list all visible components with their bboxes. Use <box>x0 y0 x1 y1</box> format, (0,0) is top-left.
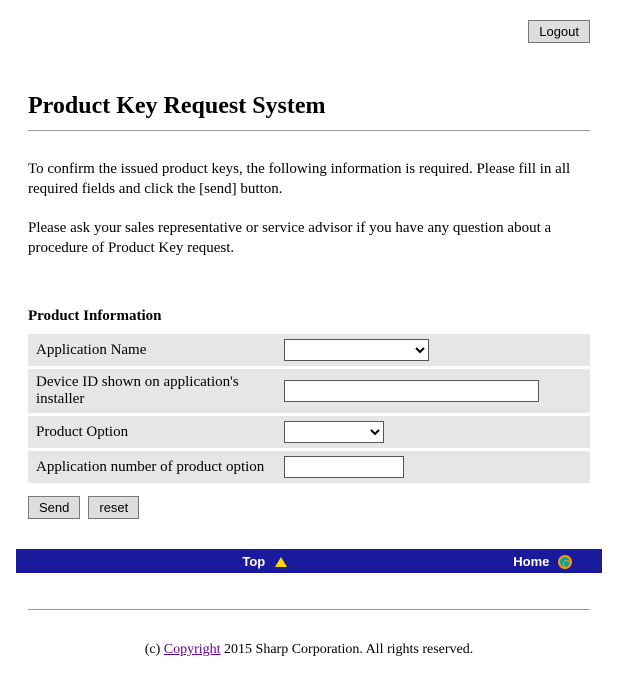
copyright-link[interactable]: Copyright <box>164 642 221 657</box>
field-label: Application number of product option <box>28 451 276 483</box>
field-label: Application Name <box>28 334 276 366</box>
application-number-input[interactable] <box>284 456 404 478</box>
logout-button[interactable]: Logout <box>528 20 590 43</box>
nav-bar: Top Home <box>16 549 602 573</box>
footer-suffix: 2015 Sharp Corporation. All rights reser… <box>221 642 474 657</box>
triangle-up-icon <box>275 557 287 567</box>
product-option-select[interactable] <box>284 421 384 443</box>
footer-prefix: (c) <box>145 642 164 657</box>
field-label: Product Option <box>28 416 276 448</box>
divider <box>28 130 590 131</box>
reset-button[interactable]: reset <box>88 496 139 519</box>
table-row: Product Option <box>28 416 590 448</box>
table-row: Application Name <box>28 334 590 366</box>
footer: (c) Copyright 2015 Sharp Corporation. Al… <box>28 609 590 658</box>
table-row: Device ID shown on application's install… <box>28 369 590 413</box>
table-row: Application number of product option <box>28 451 590 483</box>
page-title: Product Key Request System <box>28 93 590 120</box>
device-id-input[interactable] <box>284 380 539 402</box>
send-button[interactable]: Send <box>28 496 80 519</box>
home-link[interactable]: Home <box>513 554 549 569</box>
divider <box>28 609 590 610</box>
section-title: Product Information <box>28 308 590 325</box>
home-link-label: Home <box>513 554 549 569</box>
application-name-select[interactable] <box>284 339 429 361</box>
intro-paragraph-1: To confirm the issued product keys, the … <box>28 159 590 200</box>
product-info-table: Application Name Device ID shown on appl… <box>28 331 590 486</box>
top-link[interactable]: Top <box>242 554 265 569</box>
home-icon <box>558 555 572 569</box>
intro-paragraph-2: Please ask your sales representative or … <box>28 218 590 259</box>
top-link-label: Top <box>242 554 265 569</box>
field-label: Device ID shown on application's install… <box>28 369 276 413</box>
